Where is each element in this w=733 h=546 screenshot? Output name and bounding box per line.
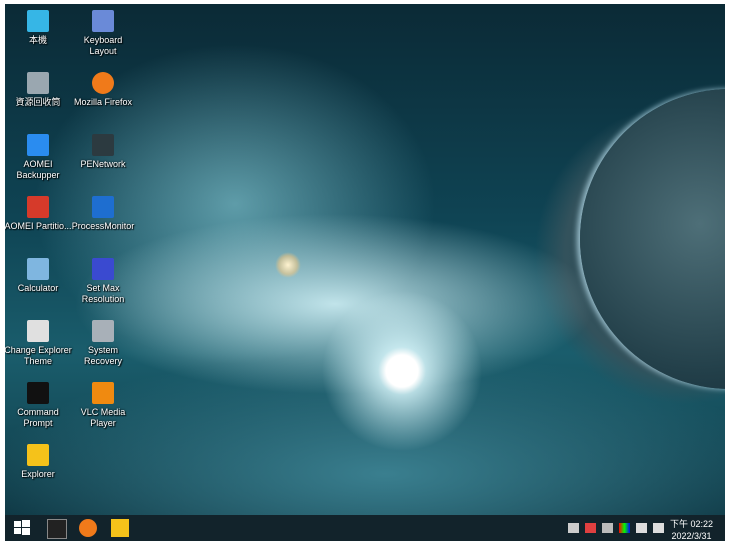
desktop-icon[interactable]: Explorer	[5, 444, 72, 480]
clock-date: 2022/3/31	[671, 531, 712, 541]
desktop-icon-label: VLC Media Player	[80, 407, 126, 428]
folder-icon	[27, 444, 49, 466]
desktop-icon[interactable]: 資源回收筒	[5, 72, 72, 108]
desktop-icon-label: Calculator	[17, 283, 59, 293]
computer-icon	[27, 10, 49, 32]
volume-icon[interactable]	[653, 523, 664, 533]
battery-icon[interactable]	[636, 523, 647, 533]
desktop-icon-label: ProcessMonitor	[71, 221, 135, 231]
network-monitor-icon	[92, 134, 114, 156]
desktop-icon-label: Set Max Resolution	[81, 283, 125, 304]
aomei-backupper-icon	[27, 134, 49, 156]
network-icon[interactable]	[568, 523, 579, 533]
desktop-icon-label: PENetwork	[80, 159, 126, 169]
taskbar: 下午 02:22 2022/3/31	[5, 515, 725, 541]
firefox-icon	[92, 72, 114, 94]
desktop-icon-label: Command Prompt	[17, 407, 59, 428]
desktop-icon[interactable]: VLC Media Player	[69, 382, 137, 429]
desktop-icon-label: 資源回收筒	[15, 97, 61, 107]
calculator-icon	[27, 258, 49, 280]
keyboard-icon	[92, 10, 114, 32]
aomei-partition-icon	[27, 196, 49, 218]
desktop-icon[interactable]: Change Explorer Theme	[5, 320, 72, 367]
usb-icon[interactable]	[585, 523, 596, 533]
desktop-icon-label: AOMEI Backupper	[16, 159, 60, 180]
command-prompt-icon	[27, 382, 49, 404]
firefox-icon[interactable]	[79, 519, 97, 537]
keyboard-icon[interactable]	[602, 523, 613, 533]
desktop-icon[interactable]: Set Max Resolution	[69, 258, 137, 305]
process-monitor-icon	[92, 196, 114, 218]
desktop-icon[interactable]: Keyboard Layout	[69, 10, 137, 57]
desktop-icon[interactable]: Mozilla Firefox	[69, 72, 137, 108]
desktop-icon-label: Change Explorer Theme	[5, 345, 72, 366]
recycle-bin-icon	[27, 72, 49, 94]
windows-start-icon[interactable]	[13, 519, 31, 537]
desktop: 本機 Keyboard Layout 資源回收筒 Mozilla Firefox AOM…	[5, 4, 725, 541]
desktop-icon-label: Keyboard Layout	[83, 35, 123, 56]
desktop-icon[interactable]: System Recovery	[69, 320, 137, 367]
desktop-icon-label: System Recovery	[83, 345, 122, 366]
file-explorer-icon[interactable]	[111, 519, 129, 537]
theme-icon	[27, 320, 49, 342]
vlc-icon	[92, 382, 114, 404]
desktop-icon[interactable]: PENetwork	[69, 134, 137, 170]
desktop-icon-label: Mozilla Firefox	[73, 97, 132, 107]
color-display-icon[interactable]	[619, 523, 630, 533]
desktop-icon[interactable]: Command Prompt	[5, 382, 72, 429]
desktop-icon[interactable]: ProcessMonitor	[69, 196, 137, 232]
desktop-icon[interactable]: AOMEI Partitio...	[5, 196, 72, 232]
command-prompt-icon[interactable]	[47, 519, 67, 539]
desktop-icon-label: 本機	[28, 35, 47, 45]
wallpaper-flare	[275, 252, 301, 278]
desktop-icon-label: Explorer	[21, 469, 55, 479]
clock[interactable]: 下午 02:22 2022/3/31	[670, 518, 713, 541]
desktop-icon[interactable]: AOMEI Backupper	[5, 134, 72, 181]
wallpaper-planet	[580, 89, 725, 389]
desktop-icon[interactable]: Calculator	[5, 258, 72, 294]
system-recovery-icon	[92, 320, 114, 342]
clock-time: 下午 02:22	[669, 519, 713, 529]
desktop-icon[interactable]: 本機	[5, 10, 72, 46]
display-settings-icon	[92, 258, 114, 280]
desktop-icon-label: AOMEI Partitio...	[5, 221, 72, 231]
